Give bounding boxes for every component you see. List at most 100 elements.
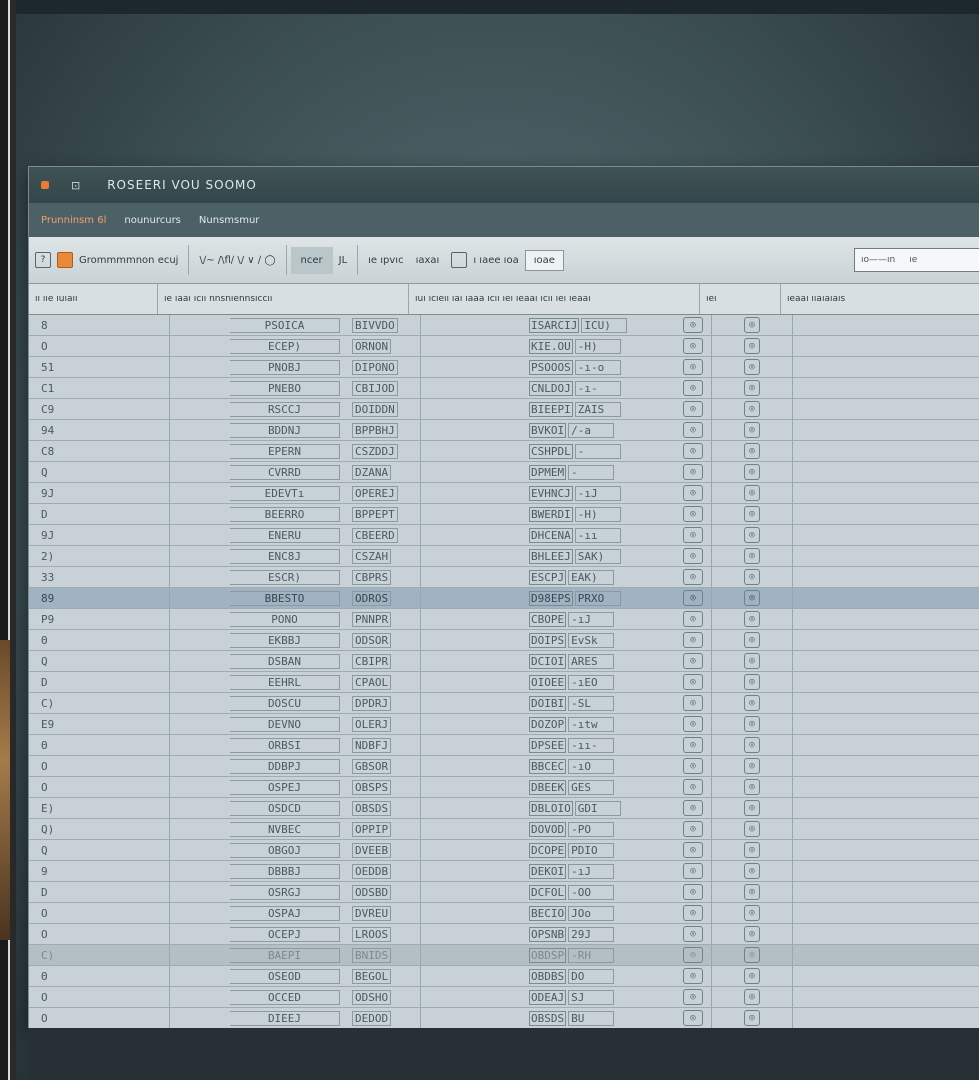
row-flag-icon[interactable]: ◎	[744, 863, 760, 879]
row-flag-icon[interactable]: ◎	[744, 338, 760, 354]
row-flag-icon[interactable]: ◎	[744, 506, 760, 522]
row-status-icon[interactable]: ◎	[683, 737, 703, 753]
row-status-icon[interactable]: ◎	[683, 947, 703, 963]
row-status-icon[interactable]: ◎	[683, 338, 703, 354]
row-status-icon[interactable]: ◎	[683, 611, 703, 627]
row-status-icon[interactable]: ◎	[683, 716, 703, 732]
app-logo-icon[interactable]	[41, 181, 49, 189]
table-row[interactable]: O ECEP) ORNON KIE.OU -H) ◎ ◎	[29, 336, 979, 357]
table-row[interactable]: 9 DBBBJ OEDDB DEKOI -ıJ ◎ ◎	[29, 861, 979, 882]
row-flag-icon[interactable]: ◎	[744, 968, 760, 984]
row-flag-icon[interactable]: ◎	[744, 884, 760, 900]
table-row[interactable]: Θ EKBBJ ODSOR DOIPS EvSk ◎ ◎	[29, 630, 979, 651]
row-status-icon[interactable]: ◎	[683, 569, 703, 585]
row-flag-icon[interactable]: ◎	[744, 527, 760, 543]
row-status-icon[interactable]: ◎	[683, 1010, 703, 1026]
toolbar-active-tab[interactable]: ncer	[290, 246, 333, 274]
table-row[interactable]: 2) ENC8J CSZAH BHLEEJ SAK) ◎ ◎	[29, 546, 979, 567]
menu-item-3[interactable]: Nunsmsmur	[199, 215, 260, 226]
table-row[interactable]: E9 DEVNO OLERJ DOZOP -ıtw ◎ ◎	[29, 714, 979, 735]
table-row[interactable]: Q DSBAN CBIPR DCIOI ARES ◎ ◎	[29, 651, 979, 672]
table-row[interactable]: C8 EPERN CSZDDJ CSHPDL - ◎ ◎	[29, 441, 979, 462]
table-row[interactable]: O OCCED ODSHO ODEAJ SJ ◎ ◎	[29, 987, 979, 1008]
row-status-icon[interactable]: ◎	[683, 443, 703, 459]
column-header-3[interactable]: ıuı ıcıeıı ıaı ıaaa ıcıı ıeı ıeaaı ıcıı …	[409, 284, 700, 314]
table-row[interactable]: Q OBGOJ DVEEB DCOPE PDIO ◎ ◎	[29, 840, 979, 861]
row-status-icon[interactable]: ◎	[683, 317, 703, 333]
row-status-icon[interactable]: ◎	[683, 401, 703, 417]
row-status-icon[interactable]: ◎	[683, 926, 703, 942]
row-flag-icon[interactable]: ◎	[744, 590, 760, 606]
row-flag-icon[interactable]: ◎	[744, 674, 760, 690]
row-status-icon[interactable]: ◎	[683, 800, 703, 816]
toolbar-view-button[interactable]: ıe ıpvıc	[362, 255, 409, 266]
table-row[interactable]: E) OSDCD OBSDS DBLOIO GDI ◎ ◎	[29, 798, 979, 819]
table-row[interactable]: C9 RSCCJ DOIDDN BIEEPI ZAIS ◎ ◎	[29, 399, 979, 420]
row-flag-icon[interactable]: ◎	[744, 632, 760, 648]
column-header-5[interactable]: ıeaaı ııaıaıaıs	[781, 284, 979, 314]
row-status-icon[interactable]: ◎	[683, 632, 703, 648]
table-row[interactable]: D BEERRO BPPEPT BWERDI -H) ◎ ◎	[29, 504, 979, 525]
row-status-icon[interactable]: ◎	[683, 821, 703, 837]
table-row[interactable]: D EEHRL CPAOL OIOEE -ıEO ◎ ◎	[29, 672, 979, 693]
table-row[interactable]: 8 PSOICA BIVVDO ISARCIJ ICU) ◎ ◎	[29, 315, 979, 336]
row-status-icon[interactable]: ◎	[683, 758, 703, 774]
toolbar-field-button[interactable]: ıaxaı	[410, 255, 446, 266]
row-flag-icon[interactable]: ◎	[744, 422, 760, 438]
table-row[interactable]: 51 PNOBJ DIPONO PSOOOS -ı-o ◎ ◎	[29, 357, 979, 378]
row-status-icon[interactable]: ◎	[683, 380, 703, 396]
table-row[interactable]: Q) NVBEC OPPIP DOVOD -PO ◎ ◎	[29, 819, 979, 840]
row-flag-icon[interactable]: ◎	[744, 800, 760, 816]
row-flag-icon[interactable]: ◎	[744, 401, 760, 417]
row-flag-icon[interactable]: ◎	[744, 926, 760, 942]
column-header-2[interactable]: ıe ıaaı ıcıı nnsnıennsıccıı	[158, 284, 409, 314]
toolbar-command-button[interactable]: ? Grommmmnon ecuj	[29, 252, 184, 268]
row-status-icon[interactable]: ◎	[683, 527, 703, 543]
row-status-icon[interactable]: ◎	[683, 779, 703, 795]
row-flag-icon[interactable]: ◎	[744, 548, 760, 564]
table-row[interactable]: D OSRGJ ODSBD DCFOL -OO ◎ ◎	[29, 882, 979, 903]
row-status-icon[interactable]: ◎	[683, 548, 703, 564]
table-row[interactable]: O DDBPJ GBSOR BBCEC -ıO ◎ ◎	[29, 756, 979, 777]
row-status-icon[interactable]: ◎	[683, 464, 703, 480]
row-flag-icon[interactable]: ◎	[744, 821, 760, 837]
table-row[interactable]: 94 BDDNJ BPPBHJ BVKOI/-a ◎ ◎	[29, 420, 979, 441]
row-status-icon[interactable]: ◎	[683, 695, 703, 711]
menu-item-1[interactable]: Prunninsm 6l	[41, 215, 106, 226]
search-input[interactable]: ıo——ın ıe	[854, 248, 979, 272]
row-flag-icon[interactable]: ◎	[744, 695, 760, 711]
row-status-icon[interactable]: ◎	[683, 422, 703, 438]
toolbar-format-button[interactable]: JL	[333, 255, 354, 266]
table-row[interactable]: C) BAEPI BNIDS OBDSP -RH ◎ ◎	[29, 945, 979, 966]
row-status-icon[interactable]: ◎	[683, 485, 703, 501]
row-flag-icon[interactable]: ◎	[744, 779, 760, 795]
row-status-icon[interactable]: ◎	[683, 968, 703, 984]
row-flag-icon[interactable]: ◎	[744, 569, 760, 585]
row-flag-icon[interactable]: ◎	[744, 653, 760, 669]
row-flag-icon[interactable]: ◎	[744, 989, 760, 1005]
table-row[interactable]: C1 PNEBO CBIJOD CNLDOJ -ı- ◎ ◎	[29, 378, 979, 399]
table-row[interactable]: 33 ESCR) CBPRS ESCPJ EAK) ◎ ◎	[29, 567, 979, 588]
table-row[interactable]: 9J ENERU CBEERD DHCENA -ıı ◎ ◎	[29, 525, 979, 546]
row-status-icon[interactable]: ◎	[683, 989, 703, 1005]
table-row[interactable]: O OCEPJ LROOS OPSNB 29J ◎ ◎	[29, 924, 979, 945]
row-status-icon[interactable]: ◎	[683, 506, 703, 522]
row-flag-icon[interactable]: ◎	[744, 317, 760, 333]
toolbar-close-button[interactable]: ıoae	[524, 249, 564, 271]
table-row[interactable]: Θ OSEOD BEGOL OBDBS DO ◎ ◎	[29, 966, 979, 987]
row-flag-icon[interactable]: ◎	[744, 905, 760, 921]
table-row[interactable]: O OSPAJ DVREU BECIO JOo ◎ ◎	[29, 903, 979, 924]
toolbar-document-button[interactable]: ı ıaee ıoa	[445, 252, 524, 268]
column-header-4[interactable]: ıeı	[700, 284, 781, 314]
row-status-icon[interactable]: ◎	[683, 590, 703, 606]
table-row[interactable]: O OSPEJ OBSPS DBEEK GES ◎ ◎	[29, 777, 979, 798]
row-flag-icon[interactable]: ◎	[744, 716, 760, 732]
table-row[interactable]: Θ ORBSI NDBFJ DPSEE -ıı- ◎ ◎	[29, 735, 979, 756]
row-status-icon[interactable]: ◎	[683, 674, 703, 690]
row-flag-icon[interactable]: ◎	[744, 380, 760, 396]
table-row[interactable]: 89 BBESTO ODROS D98EPS PRXO ◎ ◎	[29, 588, 979, 609]
row-flag-icon[interactable]: ◎	[744, 1010, 760, 1026]
row-flag-icon[interactable]: ◎	[744, 464, 760, 480]
row-status-icon[interactable]: ◎	[683, 653, 703, 669]
table-row[interactable]: C) DOSCU DPDRJ DOIBI -SL ◎ ◎	[29, 693, 979, 714]
